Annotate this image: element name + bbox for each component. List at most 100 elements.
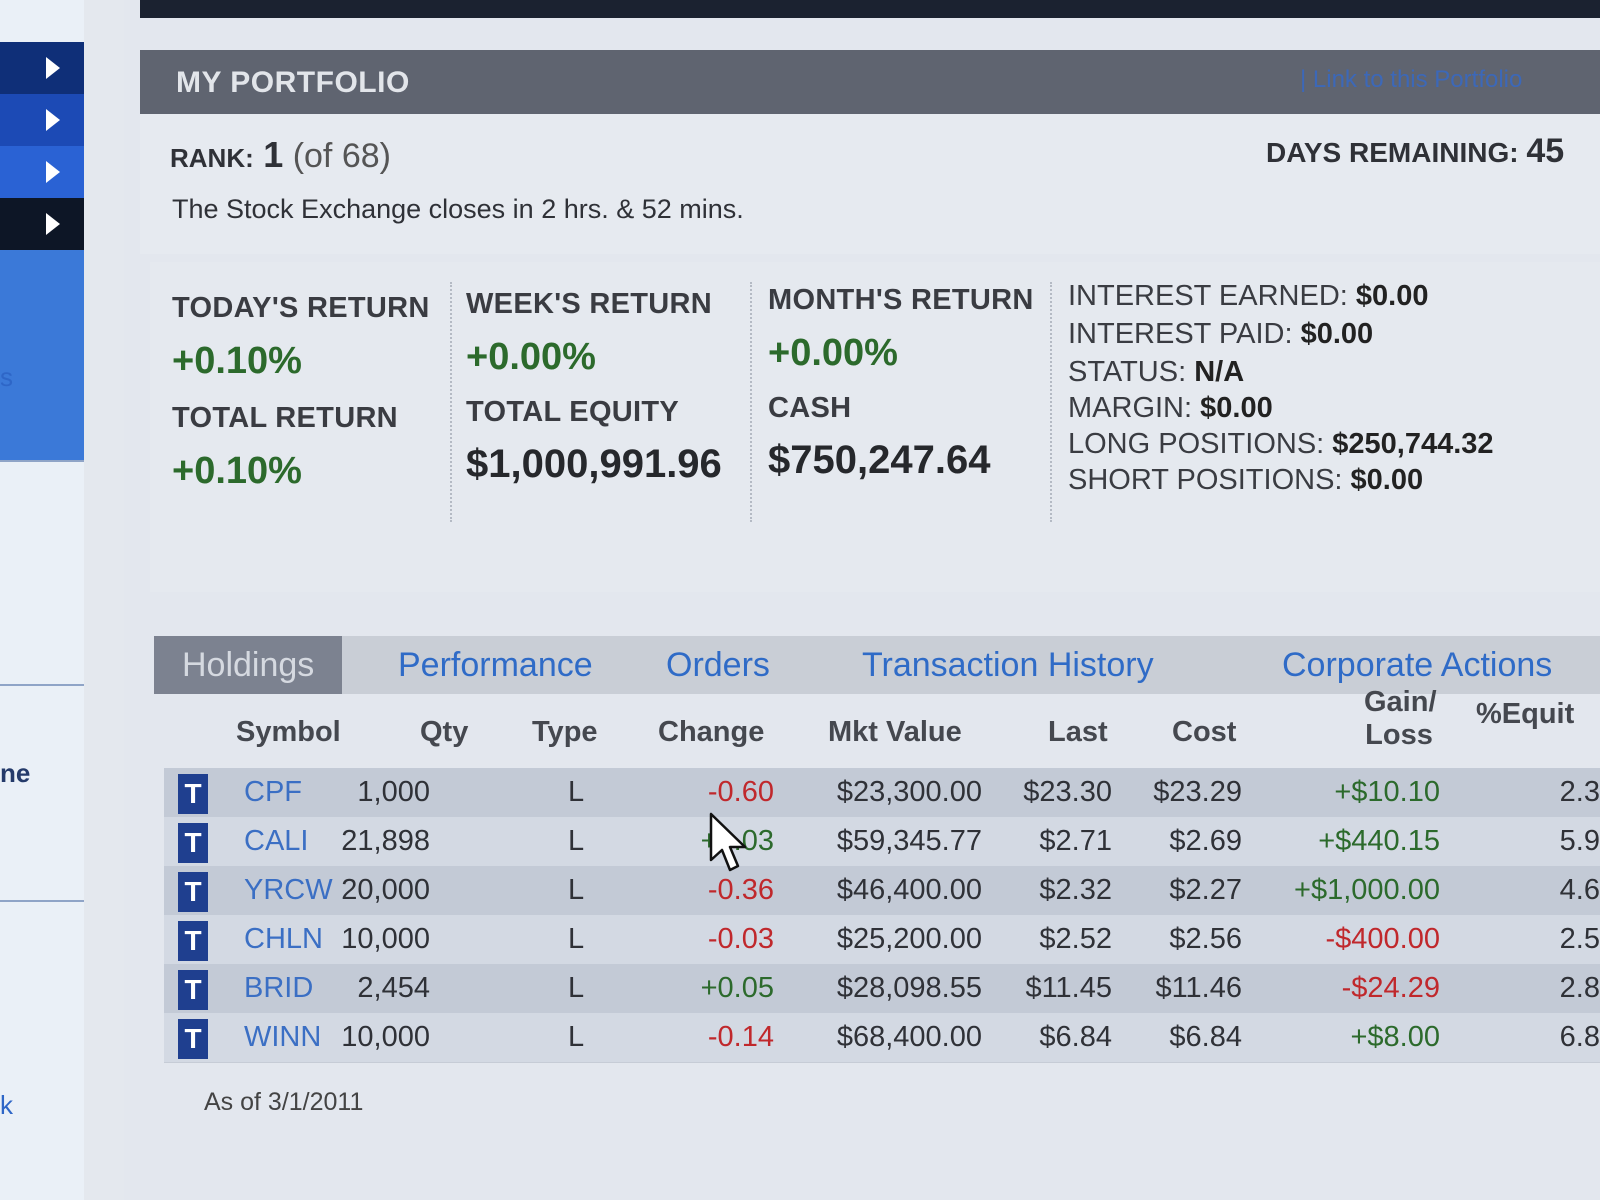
column-header-qty[interactable]: Qty [420, 716, 468, 749]
trade-button[interactable]: T [178, 872, 208, 912]
qty-cell: 20,000 [341, 874, 430, 906]
column-header-symbol[interactable]: Symbol [236, 716, 341, 749]
type-cell: L [568, 776, 585, 808]
rank-total: (of 68) [292, 137, 391, 175]
portfolio-header: MY PORTFOLIO | Link to this Portfolio [140, 50, 1600, 114]
month-return-value: +0.00% [768, 332, 898, 374]
gain-loss-cell: +$1,000.00 [1294, 874, 1440, 906]
nav-button-2[interactable] [0, 94, 84, 146]
change-cell: -0.03 [707, 923, 774, 955]
long-positions: LONG POSITIONS: $250,744.32 [1068, 428, 1494, 461]
change-cell: -0.36 [707, 874, 774, 906]
sidebar-text-fragment: s [0, 362, 13, 392]
days-remaining: DAYS REMAINING: 45 [1266, 132, 1564, 171]
status-value: N/A [1194, 356, 1245, 388]
type-cell: L [568, 874, 585, 906]
week-return-value: +0.00% [466, 336, 596, 378]
gain-loss-cell: -$400.00 [1325, 923, 1441, 955]
sidebar-divider [0, 684, 84, 686]
gutter [84, 0, 124, 1200]
interest-paid-value: $0.00 [1300, 318, 1374, 350]
column-header-type[interactable]: Type [532, 716, 598, 749]
interest-earned-label: INTEREST EARNED: [1068, 280, 1348, 312]
margin-value: $0.00 [1200, 392, 1273, 424]
week-return-label: WEEK'S RETURN [466, 288, 713, 320]
today-return-value: +0.10% [172, 340, 302, 382]
gain-loss-cell: +$440.15 [1318, 825, 1440, 857]
column-header-mkt-value[interactable]: Mkt Value [828, 716, 962, 749]
portfolio-info: RANK: 1 (of 68) DAYS REMAINING: 45 The S… [140, 114, 1600, 254]
tab-transaction-history[interactable]: Transaction History [862, 636, 1154, 694]
equity-cell: 4.6 [1559, 874, 1600, 906]
nav-button-4[interactable] [0, 198, 84, 250]
cost-cell: $11.46 [1155, 972, 1242, 1004]
mouse-cursor-icon [709, 812, 747, 872]
equity-cell: 5.9 [1559, 825, 1600, 857]
page-title: MY PORTFOLIO [176, 66, 410, 99]
days-label: DAYS REMAINING: [1266, 137, 1519, 168]
interest-paid-label: INTEREST PAID: [1068, 318, 1293, 350]
column-header-equity[interactable]: %Equit [1476, 698, 1574, 731]
mkt-value-cell: $59,345.77 [836, 825, 982, 857]
exchange-status: The Stock Exchange closes in 2 hrs. & 52… [172, 194, 744, 224]
mkt-value-cell: $25,200.00 [836, 923, 982, 955]
sidebar-text-fragment: ne [0, 758, 31, 788]
column-header-cost[interactable]: Cost [1172, 716, 1236, 749]
symbol-cell[interactable]: YRCW [244, 874, 333, 907]
nav-button-1[interactable] [0, 42, 84, 94]
cost-cell: $23.29 [1153, 776, 1242, 808]
interest-paid: INTEREST PAID: $0.00 [1068, 318, 1373, 351]
column-header-change[interactable]: Change [658, 716, 764, 749]
tab-performance[interactable]: Performance [398, 636, 593, 694]
cash-value: $750,247.64 [768, 438, 991, 482]
nav-button-3[interactable] [0, 146, 84, 198]
portfolio-link[interactable]: | Link to this Portfolio [1300, 66, 1522, 94]
equity-cell: 2.3 [1559, 776, 1600, 808]
cost-cell: $2.56 [1169, 923, 1242, 955]
qty-cell: 21,898 [341, 825, 430, 857]
top-bar [140, 0, 1600, 18]
symbol-cell[interactable]: CPF [244, 776, 302, 809]
portfolio-panel: MY PORTFOLIO | Link to this Portfolio RA… [124, 0, 1600, 1200]
column-header-last[interactable]: Last [1048, 716, 1108, 749]
cash-label: CASH [768, 392, 852, 424]
last-cell: $2.52 [1039, 923, 1112, 955]
type-cell: L [568, 972, 585, 1004]
as-of-date: As of 3/1/2011 [204, 1088, 364, 1116]
last-cell: $11.45 [1025, 972, 1112, 1004]
rank-value: 1 [263, 134, 284, 175]
margin-label: MARGIN: [1068, 392, 1193, 424]
qty-cell: 2,454 [357, 972, 430, 1004]
mkt-value-cell: $68,400.00 [836, 1021, 982, 1053]
trade-button[interactable]: T [178, 921, 208, 961]
short-positions: SHORT POSITIONS: $0.00 [1068, 464, 1423, 497]
sidebar-divider [0, 900, 84, 902]
symbol-cell[interactable]: BRID [244, 972, 313, 1005]
trade-button[interactable]: T [178, 823, 208, 863]
returns-summary: TODAY'S RETURN +0.10% TOTAL RETURN +0.10… [150, 262, 1600, 592]
qty-cell: 1,000 [357, 776, 430, 808]
trade-button[interactable]: T [178, 1019, 208, 1059]
equity-cell: 2.8 [1559, 972, 1600, 1004]
change-cell: -0.60 [707, 776, 774, 808]
cost-cell: $2.27 [1169, 874, 1242, 906]
mkt-value-cell: $23,300.00 [836, 776, 982, 808]
symbol-cell[interactable]: CHLN [244, 923, 323, 956]
sidebar-link-fragment[interactable]: k [0, 1090, 13, 1121]
trade-button[interactable]: T [178, 970, 208, 1010]
type-cell: L [568, 1021, 585, 1053]
tab-holdings[interactable]: Holdings [154, 636, 343, 694]
symbol-cell[interactable]: CALI [244, 825, 308, 858]
short-positions-label: SHORT POSITIONS: [1068, 464, 1343, 496]
equity-cell: 2.5 [1559, 923, 1600, 955]
symbol-cell[interactable]: WINN [244, 1021, 321, 1054]
long-positions-label: LONG POSITIONS: [1068, 428, 1325, 460]
holdings-table: Symbol Qty Type Change Mkt Value Last Co… [164, 686, 1600, 1092]
trade-button[interactable]: T [178, 774, 208, 814]
tab-orders[interactable]: Orders [666, 636, 770, 694]
column-header-gain-loss[interactable]: Gain/ Loss [1364, 686, 1437, 752]
month-return-label: MONTH'S RETURN [768, 284, 1034, 316]
mkt-value-cell: $28,098.55 [836, 972, 982, 1004]
gain-header-line2: Loss [1365, 719, 1433, 751]
gain-loss-cell: +$8.00 [1350, 1021, 1440, 1053]
